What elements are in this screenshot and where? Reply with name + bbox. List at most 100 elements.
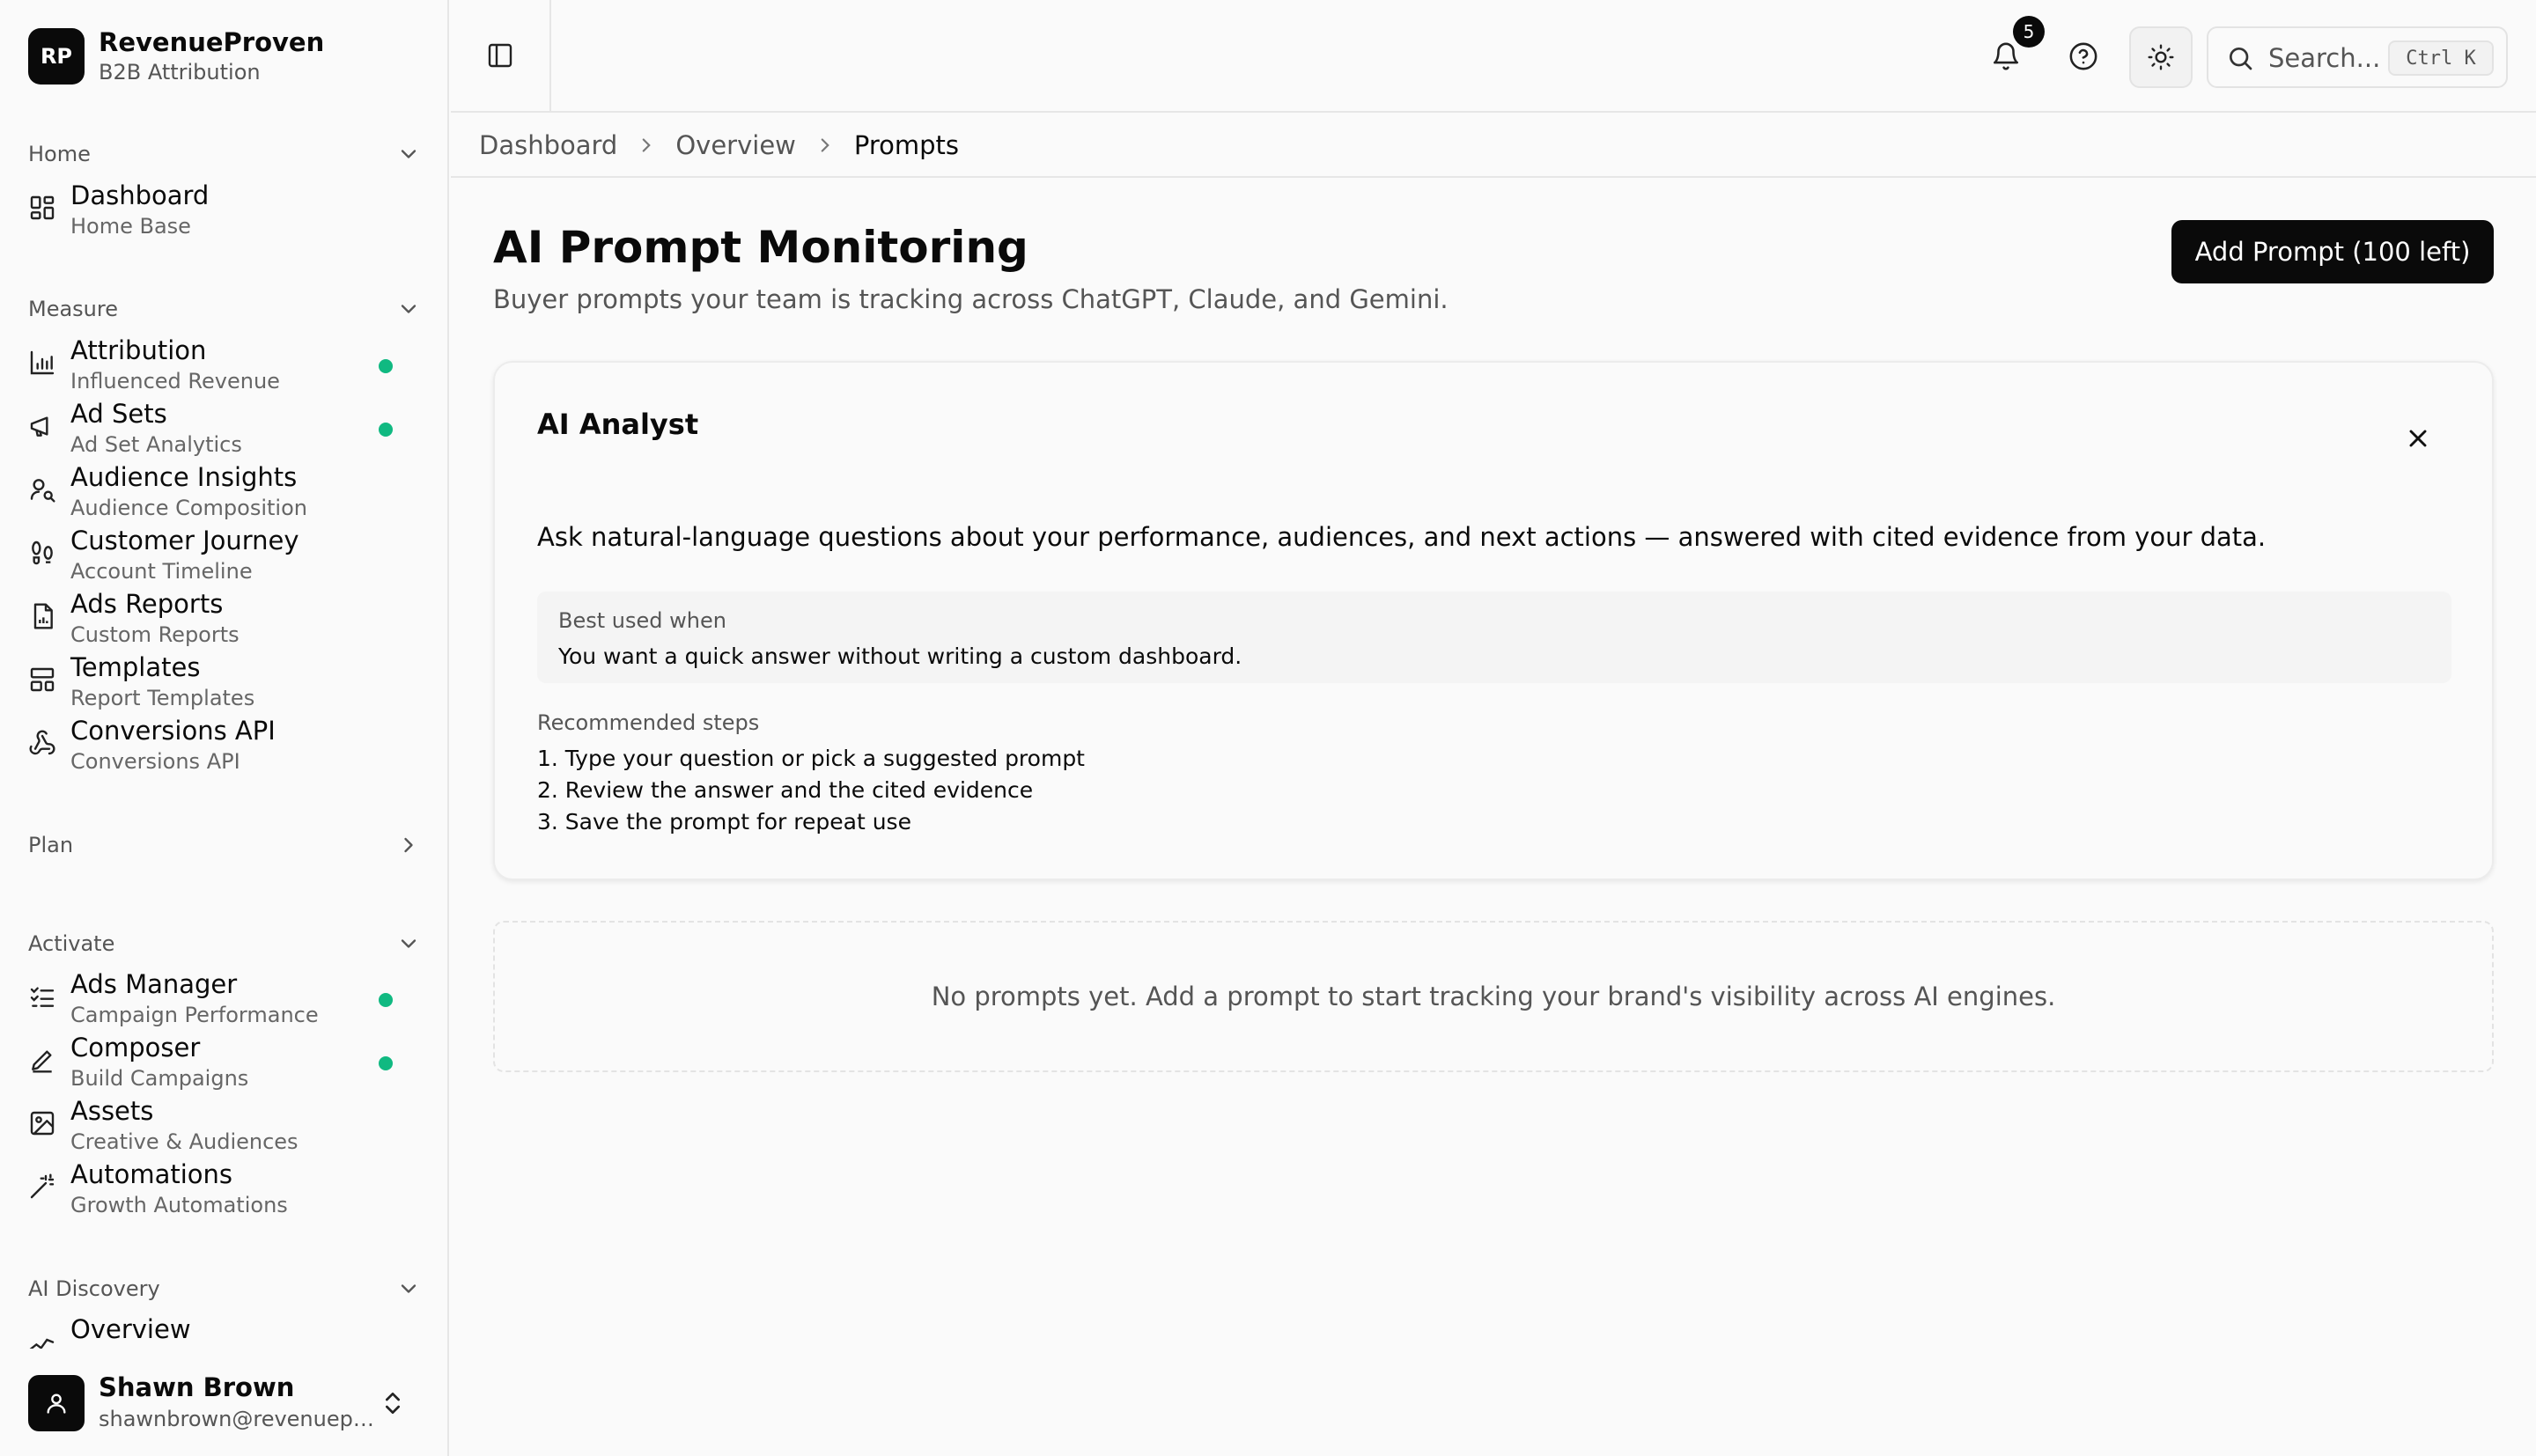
brand[interactable]: RP RevenueProven B2B Attribution [28, 26, 324, 86]
breadcrumb: Dashboard Overview Prompts [451, 114, 2536, 178]
sidebar-item-overview[interactable]: Overview [28, 1313, 421, 1349]
chevron-down-icon [401, 939, 417, 948]
panel-left-icon [488, 43, 512, 68]
section-label: Measure [28, 297, 118, 321]
step-item: 3. Save the prompt for repeat use [537, 809, 911, 835]
sidebar-item-attribution[interactable]: Attribution Influenced Revenue [28, 335, 421, 398]
help-button[interactable] [2066, 39, 2101, 74]
sidebar-item-audience-insights[interactable]: Audience Insights Audience Composition [28, 461, 421, 525]
avatar [28, 1375, 85, 1431]
sidebar-item-subtitle: Report Templates [70, 686, 255, 710]
card-title: AI Analyst [537, 408, 699, 441]
sidebar-item-templates[interactable]: Templates Report Templates [28, 651, 421, 715]
sidebar-item-subtitle: Growth Automations [70, 1193, 288, 1217]
section-activate[interactable]: Activate [28, 926, 421, 961]
sidebar-item-automations[interactable]: Automations Growth Automations [28, 1158, 421, 1222]
status-dot [379, 993, 393, 1007]
sidebar-item-dashboard[interactable]: Dashboard Home Base [28, 180, 421, 243]
theme-toggle-button[interactable] [2129, 26, 2193, 88]
sidebar-item-title: Audience Insights [70, 462, 298, 492]
sun-icon [2148, 44, 2174, 70]
breadcrumb-dashboard[interactable]: Dashboard [479, 130, 617, 160]
grid-icon [28, 194, 56, 222]
pencil-icon [28, 1046, 56, 1074]
sidebar-item-title: Composer [70, 1033, 201, 1063]
sidebar-item-title: Overview [70, 1314, 191, 1344]
sidebar-item-subtitle: Ad Set Analytics [70, 432, 242, 457]
sparkline-icon [28, 1326, 56, 1349]
close-icon[interactable] [2404, 424, 2432, 452]
sidebar-item-subtitle: Influenced Revenue [70, 369, 280, 393]
breadcrumb-overview[interactable]: Overview [675, 130, 796, 160]
sidebar-item-ad-sets[interactable]: Ad Sets Ad Set Analytics [28, 398, 421, 461]
brand-subtitle: B2B Attribution [99, 60, 261, 85]
status-dot [379, 359, 393, 373]
help-circle-icon [2069, 42, 2097, 70]
section-label: Activate [28, 931, 115, 956]
steps-label: Recommended steps [537, 710, 760, 735]
sidebar-item-composer[interactable]: Composer Build Campaigns [28, 1032, 421, 1095]
search-input[interactable]: Search... Ctrl K [2207, 26, 2508, 88]
wand-icon [28, 1173, 56, 1201]
status-dot [379, 1056, 393, 1070]
sidebar-item-title: Attribution [70, 335, 207, 365]
card-description: Ask natural-language questions about you… [537, 522, 2267, 552]
best-used-text: You want a quick answer without writing … [558, 643, 1242, 669]
section-label: Home [28, 142, 91, 166]
status-dot [379, 423, 393, 437]
chevrons-up-down-icon[interactable] [379, 1389, 407, 1417]
sidebar-item-subtitle: Account Timeline [70, 559, 253, 584]
ai-analyst-card: AI Analyst Ask natural-language question… [493, 361, 2494, 880]
bell-icon [1993, 42, 2019, 70]
chevron-down-icon [401, 1284, 417, 1293]
sidebar-item-subtitle: Campaign Performance [70, 1003, 319, 1027]
sidebar-toggle-button[interactable] [451, 0, 551, 111]
notification-badge: 5 [2013, 16, 2045, 48]
layout-icon [28, 665, 56, 694]
section-measure[interactable]: Measure [28, 291, 421, 327]
sidebar-item-ads-manager[interactable]: Ads Manager Campaign Performance [28, 968, 421, 1032]
image-icon [28, 1109, 56, 1137]
best-used-label: Best used when [558, 608, 726, 633]
section-home[interactable]: Home [28, 136, 421, 172]
user-search-icon [28, 475, 56, 504]
brand-logo: RP [28, 28, 85, 85]
user-icon [47, 1393, 66, 1414]
step-item: 1. Type your question or pick a suggeste… [537, 746, 1085, 771]
sidebar-item-subtitle: Home Base [70, 214, 191, 239]
sidebar-item-title: Ad Sets [70, 399, 167, 429]
sidebar-item-conversions-api[interactable]: Conversions API Conversions API [28, 715, 421, 778]
sidebar-item-customer-journey[interactable]: Customer Journey Account Timeline [28, 525, 421, 588]
page-subtitle: Buyer prompts your team is tracking acro… [493, 284, 1449, 314]
best-used-box: Best used when You want a quick answer w… [537, 592, 2451, 683]
section-label: AI Discovery [28, 1276, 160, 1301]
add-prompt-button[interactable]: Add Prompt (100 left) [2171, 220, 2494, 283]
sidebar-item-ads-reports[interactable]: Ads Reports Custom Reports [28, 588, 421, 651]
topbar: 5 Search... Ctrl K [451, 0, 2536, 113]
chevron-down-icon [401, 305, 417, 313]
user-menu[interactable]: Shawn Brown shawnbrown@revenueproven.com [28, 1371, 421, 1435]
search-shortcut: Ctrl K [2388, 40, 2494, 76]
sidebar: RP RevenueProven B2B Attribution Home Da… [0, 0, 449, 1456]
page-title: AI Prompt Monitoring [493, 222, 1028, 273]
sidebar-item-title: Assets [70, 1096, 154, 1126]
breadcrumb-prompts: Prompts [853, 130, 960, 160]
user-email: shawnbrown@revenueproven.com [99, 1407, 380, 1431]
chevron-down-icon [401, 150, 417, 158]
section-ai-discovery[interactable]: AI Discovery [28, 1271, 421, 1306]
user-name: Shawn Brown [99, 1372, 295, 1402]
chevron-right-icon [643, 138, 652, 152]
sidebar-item-subtitle: Custom Reports [70, 622, 240, 647]
report-icon [28, 602, 56, 630]
list-checks-icon [28, 982, 56, 1011]
sidebar-item-subtitle: Conversions API [70, 749, 240, 774]
sidebar-item-title: Automations [70, 1159, 233, 1189]
sidebar-item-assets[interactable]: Assets Creative & Audiences [28, 1095, 421, 1158]
megaphone-icon [28, 412, 56, 440]
sidebar-item-subtitle: Audience Composition [70, 496, 307, 520]
search-placeholder: Search... [2268, 43, 2381, 73]
section-plan[interactable]: Plan [28, 827, 421, 863]
sidebar-item-title: Customer Journey [70, 526, 299, 555]
section-label: Plan [28, 833, 74, 857]
step-item: 2. Review the answer and the cited evide… [537, 777, 1034, 803]
